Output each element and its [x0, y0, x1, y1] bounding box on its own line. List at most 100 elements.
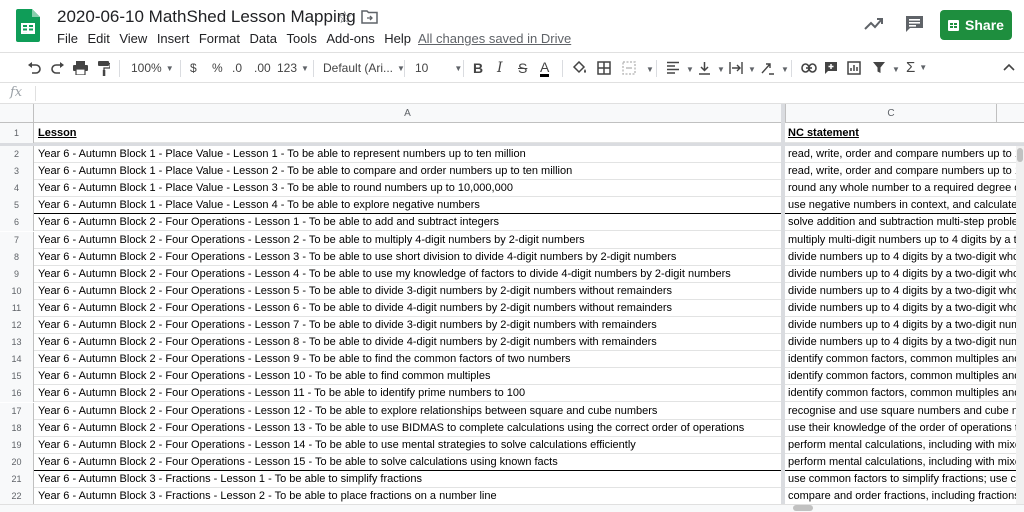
- zoom-select[interactable]: 100% ▼: [131, 59, 174, 77]
- row-number[interactable]: 6: [0, 214, 34, 232]
- row-number[interactable]: 15: [0, 368, 34, 386]
- row-number[interactable]: 12: [0, 317, 34, 334]
- cell-nc-statement[interactable]: divide numbers up to 4 digits by a two-d…: [788, 317, 1016, 334]
- row-number[interactable]: 10: [0, 282, 34, 300]
- cell-nc-statement[interactable]: divide numbers up to 4 digits by a two-d…: [788, 283, 1016, 300]
- column-header-a[interactable]: A: [34, 104, 781, 123]
- currency-format-button[interactable]: $: [190, 59, 197, 77]
- sheets-logo-icon[interactable]: [16, 9, 40, 42]
- menu-data[interactable]: Data: [250, 31, 277, 46]
- cell-nc-statement[interactable]: use their knowledge of the order of oper…: [788, 420, 1016, 437]
- frozen-row-divider[interactable]: [0, 143, 1024, 146]
- text-color-button[interactable]: A: [540, 59, 550, 77]
- text-rotation-icon[interactable]: [760, 61, 775, 75]
- cell-nc-statement[interactable]: multiply multi-digit numbers up to 4 dig…: [788, 232, 1016, 249]
- cell-nc-statement[interactable]: read, write, order and compare numbers u…: [788, 163, 1016, 180]
- row-number[interactable]: 7: [0, 231, 34, 249]
- explore-trend-icon[interactable]: [864, 15, 884, 31]
- menu-format[interactable]: Format: [199, 31, 240, 46]
- frozen-column-divider[interactable]: [781, 104, 785, 504]
- vertical-align-icon[interactable]: [698, 61, 711, 75]
- row-number[interactable]: 9: [0, 265, 34, 283]
- select-all-corner[interactable]: [0, 104, 34, 123]
- save-status[interactable]: All changes saved in Drive: [418, 31, 571, 46]
- cell-nc-statement[interactable]: recognise and use square numbers and cub…: [788, 403, 1016, 420]
- cell-nc-statement[interactable]: identify common factors, common multiple…: [788, 385, 1016, 402]
- cell-nc-statement[interactable]: compare and order fractions, including f…: [788, 488, 1016, 505]
- vertical-scrollbar[interactable]: [1016, 146, 1024, 504]
- percent-format-button[interactable]: %: [212, 59, 223, 77]
- row-number[interactable]: 21: [0, 470, 34, 488]
- cell-nc-statement[interactable]: use negative numbers in context, and cal…: [788, 197, 1016, 214]
- vertical-scroll-thumb[interactable]: [1017, 148, 1023, 162]
- cell-lesson[interactable]: Year 6 - Autumn Block 2 - Four Operation…: [38, 351, 778, 368]
- cell-nc-statement[interactable]: identify common factors, common multiple…: [788, 368, 1016, 385]
- cell-lesson[interactable]: Year 6 - Autumn Block 1 - Place Value - …: [38, 163, 778, 180]
- menu-tools[interactable]: Tools: [286, 31, 316, 46]
- cell-lesson[interactable]: Year 6 - Autumn Block 3 - Fractions - Le…: [38, 488, 778, 505]
- merge-cells-icon[interactable]: [622, 61, 636, 75]
- font-select[interactable]: Default (Ari... ▼: [323, 59, 405, 77]
- cell-nc-statement[interactable]: divide numbers up to 4 digits by a two-d…: [788, 266, 1016, 283]
- align-left-icon[interactable]: [666, 61, 680, 74]
- cell-nc-statement[interactable]: divide numbers up to 4 digits by a two-d…: [788, 334, 1016, 351]
- row-number[interactable]: 11: [0, 299, 34, 317]
- row-number[interactable]: 14: [0, 351, 34, 369]
- cell-lesson[interactable]: Year 6 - Autumn Block 2 - Four Operation…: [38, 249, 778, 266]
- row-number[interactable]: 19: [0, 436, 34, 454]
- cell-lesson[interactable]: Year 6 - Autumn Block 2 - Four Operation…: [38, 317, 778, 334]
- menu-file[interactable]: File: [57, 31, 78, 46]
- menu-help[interactable]: Help: [384, 31, 411, 46]
- more-formats-select[interactable]: 123 ▼: [277, 59, 309, 77]
- align-dropdown-caret[interactable]: ▼: [686, 61, 694, 79]
- filter-dropdown-caret[interactable]: ▼: [892, 61, 900, 79]
- row-number[interactable]: 2: [0, 146, 34, 163]
- cell-lesson[interactable]: Year 6 - Autumn Block 2 - Four Operation…: [38, 368, 778, 385]
- insert-comment-icon[interactable]: [824, 61, 838, 75]
- cell-nc-statement[interactable]: divide numbers up to 4 digits by a two-d…: [788, 300, 1016, 317]
- row-number[interactable]: 1: [0, 123, 34, 143]
- insert-chart-icon[interactable]: [847, 61, 861, 75]
- row-number[interactable]: 13: [0, 334, 34, 352]
- share-button[interactable]: Share: [940, 10, 1012, 40]
- formula-input[interactable]: [42, 86, 1012, 101]
- column-header-c[interactable]: C: [785, 104, 996, 123]
- fill-color-icon[interactable]: [572, 61, 587, 75]
- cell-lesson[interactable]: Year 6 - Autumn Block 2 - Four Operation…: [38, 266, 778, 283]
- cell-lesson[interactable]: Year 6 - Autumn Block 2 - Four Operation…: [38, 420, 778, 437]
- cell-nc-statement[interactable]: use common factors to simplify fractions…: [788, 471, 1016, 488]
- cell-lesson[interactable]: Year 6 - Autumn Block 1 - Place Value - …: [38, 180, 778, 197]
- column-header-d[interactable]: [996, 104, 1024, 123]
- valign-dropdown-caret[interactable]: ▼: [717, 61, 725, 79]
- cell-lesson[interactable]: Year 6 - Autumn Block 3 - Fractions - Le…: [38, 471, 778, 488]
- cell-nc-statement[interactable]: round any whole number to a required deg…: [788, 180, 1016, 197]
- text-wrap-icon[interactable]: [729, 61, 743, 75]
- insert-link-icon[interactable]: [801, 63, 817, 73]
- menu-view[interactable]: View: [119, 31, 147, 46]
- cell-nc-statement[interactable]: identify common factors, common multiple…: [788, 351, 1016, 368]
- undo-icon[interactable]: [27, 61, 41, 75]
- increase-decimal-button[interactable]: .00: [254, 59, 271, 77]
- document-title[interactable]: 2020-06-10 MathShed Lesson Mapping: [57, 7, 356, 27]
- star-icon[interactable]: ☆: [337, 8, 352, 28]
- filter-icon[interactable]: [872, 61, 886, 74]
- borders-icon[interactable]: [597, 61, 611, 75]
- italic-button[interactable]: I: [497, 59, 503, 77]
- cell-lesson[interactable]: Year 6 - Autumn Block 2 - Four Operation…: [38, 454, 778, 471]
- menu-insert[interactable]: Insert: [157, 31, 190, 46]
- cell-lesson[interactable]: Year 6 - Autumn Block 2 - Four Operation…: [38, 385, 778, 402]
- menu-edit[interactable]: Edit: [87, 31, 109, 46]
- bold-button[interactable]: B: [473, 59, 483, 77]
- cell-nc-statement[interactable]: solve addition and subtraction multi-ste…: [788, 214, 1016, 231]
- cell-nc-statement[interactable]: read, write, order and compare numbers u…: [788, 146, 1016, 163]
- row-number[interactable]: 18: [0, 419, 34, 437]
- rotation-dropdown-caret[interactable]: ▼: [781, 61, 789, 79]
- horizontal-scroll-thumb[interactable]: [793, 505, 813, 511]
- row-number[interactable]: 8: [0, 248, 34, 266]
- cell-nc-header[interactable]: NC statement: [788, 123, 1016, 143]
- wrap-dropdown-caret[interactable]: ▼: [748, 61, 756, 79]
- cell-lesson[interactable]: Year 6 - Autumn Block 2 - Four Operation…: [38, 403, 778, 420]
- font-size-select[interactable]: 10 ▼: [415, 59, 462, 77]
- cell-lesson[interactable]: Year 6 - Autumn Block 1 - Place Value - …: [38, 197, 778, 214]
- paint-format-icon[interactable]: [98, 61, 110, 76]
